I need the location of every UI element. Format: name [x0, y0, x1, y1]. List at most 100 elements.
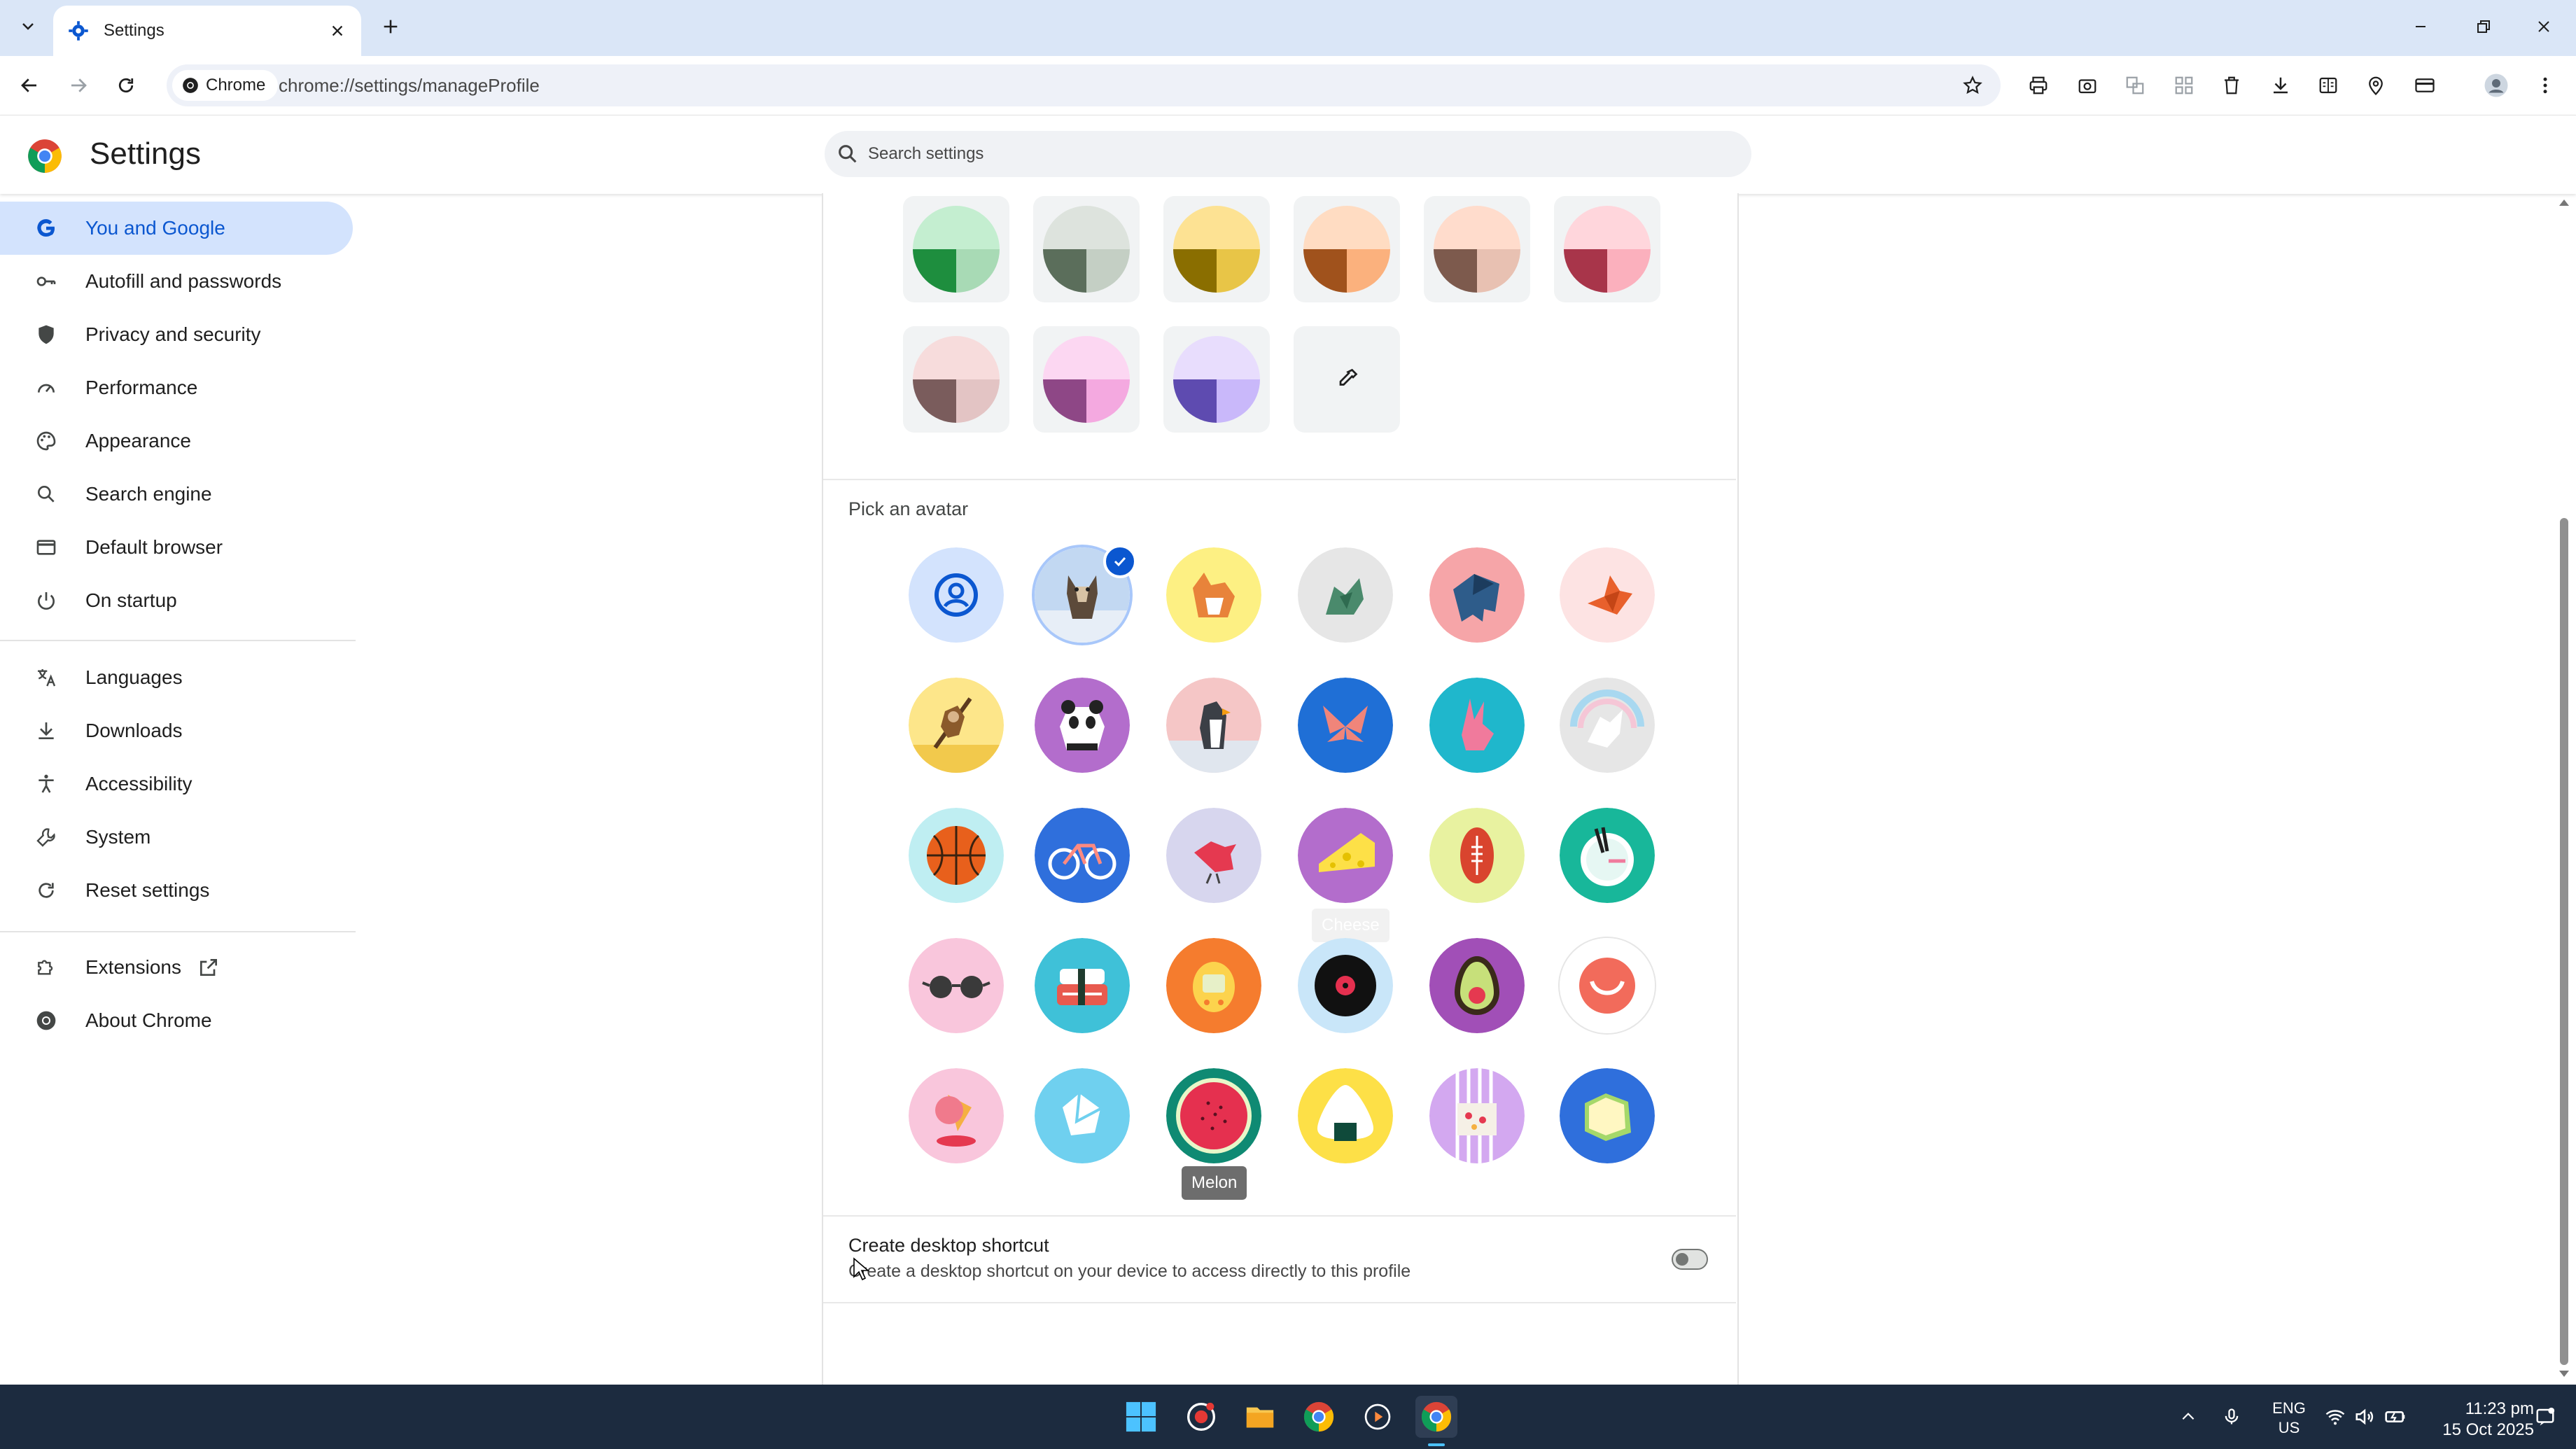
color-swatch[interactable] — [1424, 196, 1530, 302]
avatar-dragon[interactable] — [1298, 547, 1393, 643]
trash-icon[interactable] — [2216, 70, 2247, 101]
avatar-bird[interactable] — [1166, 808, 1261, 903]
avatar-bike[interactable] — [1035, 808, 1130, 903]
avatar-smiley[interactable] — [1560, 938, 1655, 1033]
sidebar-item-privacy[interactable]: Privacy and security — [0, 308, 353, 361]
close-tab-icon[interactable] — [323, 17, 351, 45]
sidebar-item-label: Reset settings — [85, 879, 210, 901]
avatar-ice[interactable] — [1035, 1068, 1130, 1163]
minimize-button[interactable] — [2398, 10, 2443, 43]
color-swatch[interactable] — [1554, 196, 1660, 302]
reload-button[interactable] — [109, 69, 143, 102]
avatar-onigiri[interactable] — [1298, 1068, 1393, 1163]
taskbar-chrome-profile[interactable] — [1298, 1396, 1340, 1438]
restore-button[interactable] — [2461, 10, 2506, 43]
sidebar-item-default-browser[interactable]: Default browser — [0, 521, 353, 574]
show-hidden-icons-button[interactable] — [2167, 1396, 2209, 1438]
screenshot-icon[interactable] — [2072, 70, 2103, 101]
avatar-monkey[interactable] — [909, 678, 1004, 773]
avatar-cheese[interactable] — [1298, 808, 1393, 903]
avatar-generic[interactable] — [909, 547, 1004, 643]
notification-icon[interactable] — [2524, 1396, 2566, 1438]
sidebar-item-system[interactable]: System — [0, 811, 353, 864]
tab-settings[interactable]: Settings — [53, 6, 361, 56]
back-button[interactable] — [13, 69, 46, 102]
avatar-vinyl[interactable] — [1298, 938, 1393, 1033]
color-swatch[interactable] — [1033, 196, 1140, 302]
avatar-butterfly[interactable] — [1298, 678, 1393, 773]
sidebar-item-about-chrome[interactable]: About Chrome — [0, 994, 353, 1047]
system-clock[interactable]: 11:23 pm 15 Oct 2025 — [2408, 1399, 2534, 1441]
taskbar-file-explorer[interactable] — [1239, 1396, 1281, 1438]
microphone-icon[interactable] — [2211, 1396, 2253, 1438]
search-settings-input[interactable]: Search settings — [825, 131, 1751, 177]
avatar-unicorn[interactable] — [1560, 678, 1655, 773]
windows-logo-icon — [1126, 1401, 1156, 1432]
apps-grid-icon[interactable] — [2169, 70, 2199, 101]
avatar-fox[interactable] — [1560, 547, 1655, 643]
chrome-icon — [181, 76, 200, 95]
tab-search-button[interactable] — [13, 11, 43, 42]
sidebar-item-accessibility[interactable]: Accessibility — [0, 757, 353, 811]
sidebar-item-reset[interactable]: Reset settings — [0, 864, 353, 917]
sidebar-item-appearance[interactable]: Appearance — [0, 414, 353, 468]
avatar-football[interactable] — [1429, 808, 1525, 903]
avatar-panda[interactable] — [1035, 678, 1130, 773]
credit-card-icon[interactable] — [2409, 70, 2440, 101]
sidebar-item-languages[interactable]: Languages — [0, 651, 353, 704]
avatar-ramen[interactable] — [1560, 808, 1655, 903]
avatar-corgi[interactable] — [1166, 547, 1261, 643]
tab-title: Settings — [104, 21, 164, 40]
sidebar-item-on-startup[interactable]: On startup — [0, 574, 353, 627]
avatar-rabbit[interactable] — [1429, 678, 1525, 773]
scroll-down-arrow-icon[interactable] — [2558, 1369, 2570, 1379]
avatar-tamagotchi[interactable] — [1166, 938, 1261, 1033]
avatar-basketball[interactable] — [909, 808, 1004, 903]
sidebar-item-label: Default browser — [85, 536, 223, 558]
new-tab-button[interactable] — [377, 13, 405, 41]
avatar-penguin[interactable] — [1166, 678, 1261, 773]
reading-list-icon[interactable] — [2313, 70, 2344, 101]
start-button[interactable] — [1120, 1396, 1162, 1438]
avatar-sushi[interactable] — [1035, 938, 1130, 1033]
sidebar-item-performance[interactable]: Performance — [0, 361, 353, 414]
location-pin-icon[interactable] — [2360, 70, 2391, 101]
translate-icon[interactable] — [2120, 70, 2150, 101]
avatar-pizza[interactable] — [1429, 1068, 1525, 1163]
taskbar-media-player[interactable] — [1357, 1396, 1399, 1438]
profile-avatar-icon[interactable] — [2481, 70, 2512, 101]
color-swatch[interactable] — [903, 326, 1009, 433]
custom-color-button[interactable] — [1294, 326, 1400, 433]
print-icon[interactable] — [2023, 70, 2054, 101]
sidebar-item-search-engine[interactable]: Search engine — [0, 468, 353, 521]
address-bar[interactable]: Chrome chrome://settings/manageProfile — [167, 64, 2001, 106]
download-icon[interactable] — [2265, 70, 2296, 101]
color-swatch[interactable] — [1163, 196, 1270, 302]
color-swatch[interactable] — [1294, 196, 1400, 302]
avatar-melon[interactable] — [1166, 1068, 1261, 1163]
google-g-icon — [32, 214, 60, 242]
language-indicator[interactable]: ENG US — [2268, 1399, 2310, 1438]
taskbar-app-recorder[interactable] — [1180, 1396, 1222, 1438]
sidebar-item-downloads[interactable]: Downloads — [0, 704, 353, 757]
more-menu-icon[interactable] — [2530, 70, 2561, 101]
avatar-elephant[interactable] — [1429, 547, 1525, 643]
color-swatch[interactable] — [1033, 326, 1140, 433]
taskbar-chrome-active[interactable] — [1415, 1396, 1457, 1438]
sidebar-item-autofill[interactable]: Autofill and passwords — [0, 255, 353, 308]
color-swatch[interactable] — [1163, 326, 1270, 433]
desktop-shortcut-toggle[interactable] — [1672, 1249, 1708, 1270]
scroll-up-arrow-icon[interactable] — [2558, 197, 2570, 207]
forward-button[interactable] — [62, 69, 95, 102]
site-info-chip[interactable]: Chrome — [172, 70, 279, 101]
scrollbar-thumb[interactable] — [2560, 518, 2568, 1365]
bookmark-star-icon[interactable] — [1957, 70, 1988, 101]
avatar-ice-cream[interactable] — [909, 1068, 1004, 1163]
sidebar-item-you-and-google[interactable]: You and Google — [0, 202, 353, 255]
color-swatch[interactable] — [903, 196, 1009, 302]
avatar-avocado[interactable] — [1429, 938, 1525, 1033]
avatar-sunglasses[interactable] — [909, 938, 1004, 1033]
avatar-sandwich[interactable] — [1560, 1068, 1655, 1163]
sidebar-item-extensions[interactable]: Extensions — [0, 941, 353, 994]
close-window-button[interactable] — [2521, 10, 2566, 43]
